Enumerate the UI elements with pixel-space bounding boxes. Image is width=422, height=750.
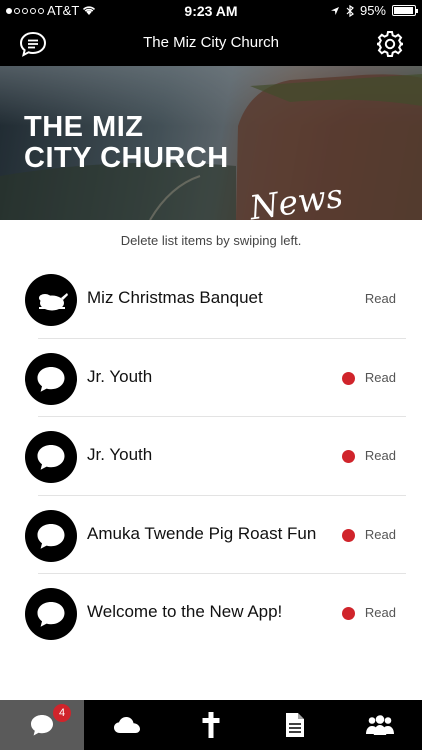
- chat-bubble-icon: [31, 715, 54, 736]
- unread-indicator: [342, 450, 355, 463]
- tab-faith[interactable]: [169, 700, 253, 750]
- tab-documents[interactable]: [253, 700, 337, 750]
- list-item[interactable]: Miz Christmas Banquet Read: [0, 260, 422, 339]
- list-item[interactable]: Jr. Youth Read: [0, 339, 422, 417]
- news-list: Miz Christmas Banquet Read Jr. Youth Rea…: [0, 260, 422, 653]
- unread-indicator: [342, 607, 355, 620]
- item-title: Jr. Youth: [87, 445, 153, 464]
- page-title: The Miz City Church: [143, 34, 279, 51]
- tab-news[interactable]: 4: [0, 700, 85, 750]
- status-bar: AT&T 9:23 AM 95%: [0, 0, 422, 22]
- church-brand: THE MIZ CITY CHURCH: [24, 112, 229, 174]
- battery-icon: [392, 5, 418, 16]
- chat-bubble-icon: [25, 431, 77, 483]
- list-item[interactable]: Jr. Youth Read: [0, 417, 422, 496]
- item-title: Welcome to the New App!: [87, 602, 283, 621]
- cross-icon: [202, 712, 220, 738]
- cloud-icon: [113, 717, 140, 733]
- tab-cloud[interactable]: [84, 700, 168, 750]
- tab-people[interactable]: [338, 700, 422, 750]
- chat-bubble-icon: [25, 588, 77, 640]
- battery-percent: 95%: [359, 3, 386, 18]
- read-label: Read: [364, 448, 396, 463]
- item-title: Miz Christmas Banquet: [87, 288, 263, 307]
- gear-icon[interactable]: [376, 30, 404, 58]
- read-label: Read: [364, 291, 396, 306]
- unread-indicator: [342, 528, 355, 542]
- status-right-group: 95%: [330, 3, 418, 18]
- chat-bubble-icon: [25, 509, 77, 562]
- chat-bubble-icon: [25, 352, 77, 405]
- brand-line-1: THE MIZ: [24, 111, 144, 143]
- tab-bar: 4: [0, 700, 422, 750]
- read-label: Read: [364, 369, 396, 385]
- list-item[interactable]: Amuka Twende Pig Roast Fun Read: [0, 496, 422, 574]
- read-label: Read: [364, 526, 396, 542]
- read-label: Read: [364, 605, 396, 620]
- bluetooth-icon: [346, 4, 354, 17]
- swipe-hint: Delete list items by swiping left.: [120, 233, 302, 248]
- nav-bar: The Miz City Church: [0, 22, 422, 66]
- document-icon: [286, 713, 305, 737]
- location-arrow-icon: [330, 6, 339, 15]
- item-title: Amuka Twende Pig Roast Fun: [87, 523, 317, 543]
- item-title: Jr. Youth: [87, 366, 153, 386]
- notification-badge: 4: [53, 704, 71, 722]
- hero-banner: THE MIZ CITY CHURCH News feed: [0, 66, 422, 220]
- people-icon: [365, 715, 394, 735]
- turkey-icon: [25, 274, 77, 326]
- unread-indicator: [342, 371, 355, 385]
- brand-line-2: CITY CHURCH: [24, 142, 229, 174]
- list-item[interactable]: Welcome to the New App! Read: [0, 574, 422, 653]
